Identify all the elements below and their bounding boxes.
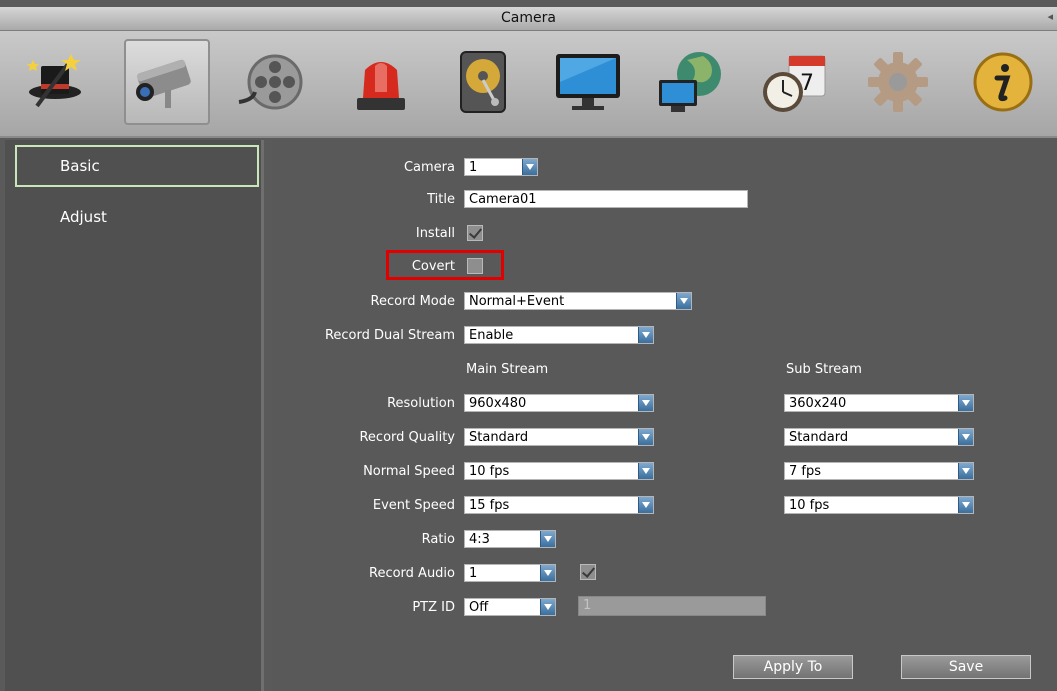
camera-label: Camera [403,160,455,175]
sidebar-item-adjust[interactable]: Adjust [15,196,259,238]
record-quality-label: Record Quality [359,430,455,445]
chevron-down-icon [676,293,691,309]
chevron-down-icon [958,429,973,445]
event-speed-sub-value: 10 fps [789,498,830,513]
record-mode-label: Record Mode [370,294,455,309]
record-quality-main-select[interactable]: Standard [464,428,654,446]
record-audio-value: 1 [469,566,478,581]
ptz-address-input: 1 [578,596,766,616]
ptz-id-label: PTZ ID [412,600,455,615]
back-arrow-icon[interactable]: ◂ [1047,10,1053,23]
install-checkbox[interactable] [467,225,483,241]
chevron-down-icon [638,463,653,479]
window-title: Camera [501,10,556,26]
network-globe-icon[interactable] [648,39,734,125]
resolution-label: Resolution [387,396,455,411]
title-bar: Camera ◂ [0,7,1057,31]
title-label: Title [427,192,455,207]
record-audio-checkbox[interactable] [580,564,596,580]
sub-stream-header: Sub Stream [786,362,862,377]
event-speed-sub-select[interactable]: 10 fps [784,496,974,514]
chevron-down-icon [638,429,653,445]
record-mode-select[interactable]: Normal+Event [464,292,692,310]
alarm-light-icon[interactable] [338,39,424,125]
record-quality-sub-value: Standard [789,430,849,445]
normal-speed-sub-value: 7 fps [789,464,822,479]
main-stream-header: Main Stream [466,362,549,377]
install-label: Install [415,226,455,241]
ratio-value: 4:3 [469,532,490,547]
resolution-sub-select[interactable]: 360x240 [784,394,974,412]
chevron-down-icon [540,599,555,615]
record-audio-select[interactable]: 1 [464,564,556,582]
apply-to-button[interactable]: Apply To [733,655,853,679]
record-quality-sub-select[interactable]: Standard [784,428,974,446]
ptz-id-select[interactable]: Off [464,598,556,616]
resolution-main-select[interactable]: 960x480 [464,394,654,412]
chevron-down-icon [958,395,973,411]
camera-select[interactable]: 1 [464,158,538,176]
camera-value: 1 [469,160,478,175]
chevron-down-icon [540,531,555,547]
normal-speed-main-value: 10 fps [469,464,510,479]
event-speed-label: Event Speed [372,498,455,513]
sidebar-item-basic[interactable]: Basic [15,145,259,187]
main-toolbar: 7 [0,31,1057,138]
resolution-sub-value: 360x240 [789,396,847,411]
wizard-icon[interactable] [12,39,98,125]
chevron-down-icon [958,463,973,479]
event-speed-main-select[interactable]: 15 fps [464,496,654,514]
chevron-down-icon [638,395,653,411]
record-mode-value: Normal+Event [469,294,565,309]
info-icon[interactable] [960,39,1046,125]
record-dual-stream-value: Enable [469,328,514,343]
monitor-icon[interactable] [545,39,631,125]
record-dual-stream-label: Record Dual Stream [324,328,455,343]
resolution-main-value: 960x480 [469,396,527,411]
chevron-down-icon [958,497,973,513]
event-speed-main-value: 15 fps [469,498,510,513]
ptz-id-value: Off [469,600,489,615]
ratio-select[interactable]: 4:3 [464,530,556,548]
record-quality-main-value: Standard [469,430,529,445]
hard-disk-icon[interactable] [440,39,526,125]
record-dual-stream-select[interactable]: Enable [464,326,654,344]
settings-gear-icon[interactable] [855,39,941,125]
record-audio-label: Record Audio [369,566,455,581]
chevron-down-icon [638,327,653,343]
camera-icon[interactable] [124,39,210,125]
normal-speed-main-select[interactable]: 10 fps [464,462,654,480]
normal-speed-sub-select[interactable]: 7 fps [784,462,974,480]
chevron-down-icon [638,497,653,513]
chevron-down-icon [522,159,537,175]
normal-speed-label: Normal Speed [363,464,455,479]
record-reel-icon[interactable] [228,39,314,125]
chevron-down-icon [540,565,555,581]
schedule-clock-calendar-icon[interactable]: 7 [752,39,838,125]
title-input[interactable]: Camera01 [464,190,748,208]
covert-highlight-box [386,250,504,280]
save-button[interactable]: Save [901,655,1031,679]
ratio-label: Ratio [421,532,455,547]
sidebar-menu: Basic Adjust [5,140,264,691]
